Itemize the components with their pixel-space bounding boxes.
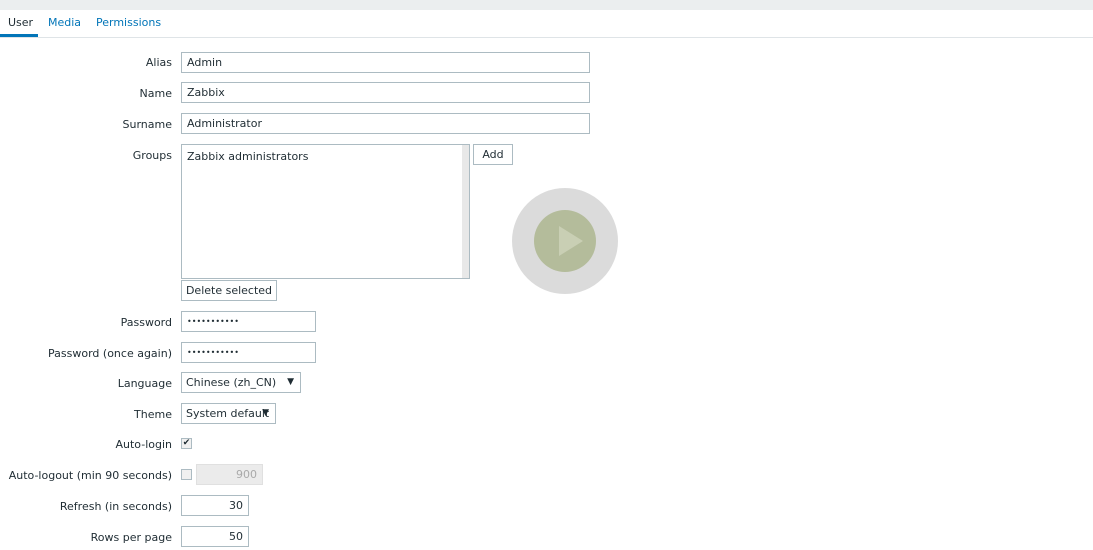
alias-input[interactable] — [181, 52, 590, 73]
delete-selected-button[interactable]: Delete selected — [181, 280, 277, 301]
tab-user[interactable]: User — [8, 16, 33, 29]
theme-label: Theme — [134, 408, 172, 421]
language-select[interactable]: Chinese (zh_CN) ▼ — [181, 372, 301, 393]
group-item[interactable]: Zabbix administrators — [182, 145, 469, 168]
play-icon — [559, 226, 583, 256]
play-button-circle — [534, 210, 596, 272]
top-bar — [0, 0, 1093, 10]
rows-label: Rows per page — [90, 531, 172, 544]
autologout-checkbox[interactable] — [181, 469, 192, 480]
name-label: Name — [139, 87, 172, 100]
checkmark-icon: ✔ — [182, 438, 191, 448]
active-tab-indicator — [0, 34, 38, 37]
refresh-label: Refresh (in seconds) — [59, 500, 172, 513]
autologin-checkbox[interactable]: ✔ — [181, 438, 192, 449]
alias-label: Alias — [145, 56, 172, 69]
surname-input[interactable] — [181, 113, 590, 134]
autologout-label: Auto-logout (min 90 seconds) — [8, 469, 172, 482]
theme-select[interactable]: System default ▼ — [181, 403, 276, 424]
surname-label: Surname — [122, 118, 172, 131]
tab-bar: User Media Permissions — [0, 10, 1093, 38]
autologin-label: Auto-login — [115, 438, 172, 451]
language-value: Chinese (zh_CN) — [186, 376, 277, 389]
tab-media[interactable]: Media — [48, 16, 81, 29]
dropdown-arrow-icon: ▼ — [262, 408, 269, 418]
language-label: Language — [117, 377, 172, 390]
password-again-label: Password (once again) — [48, 347, 172, 360]
dropdown-arrow-icon: ▼ — [287, 377, 294, 387]
autologout-input: 900 — [196, 464, 263, 485]
groups-scrollbar[interactable] — [462, 145, 469, 278]
add-group-button[interactable]: Add — [473, 144, 513, 165]
video-play-overlay[interactable] — [512, 188, 618, 294]
password-label: Password — [120, 316, 172, 329]
groups-list[interactable]: Zabbix administrators — [181, 144, 470, 279]
refresh-input[interactable]: 30 — [181, 495, 249, 516]
name-input[interactable] — [181, 82, 590, 103]
groups-label: Groups — [132, 149, 172, 162]
password-again-input[interactable]: ••••••••••• — [181, 342, 316, 363]
theme-value: System default — [186, 407, 270, 420]
password-input[interactable]: ••••••••••• — [181, 311, 316, 332]
rows-per-page-input[interactable]: 50 — [181, 526, 249, 547]
tab-permissions[interactable]: Permissions — [96, 16, 161, 29]
